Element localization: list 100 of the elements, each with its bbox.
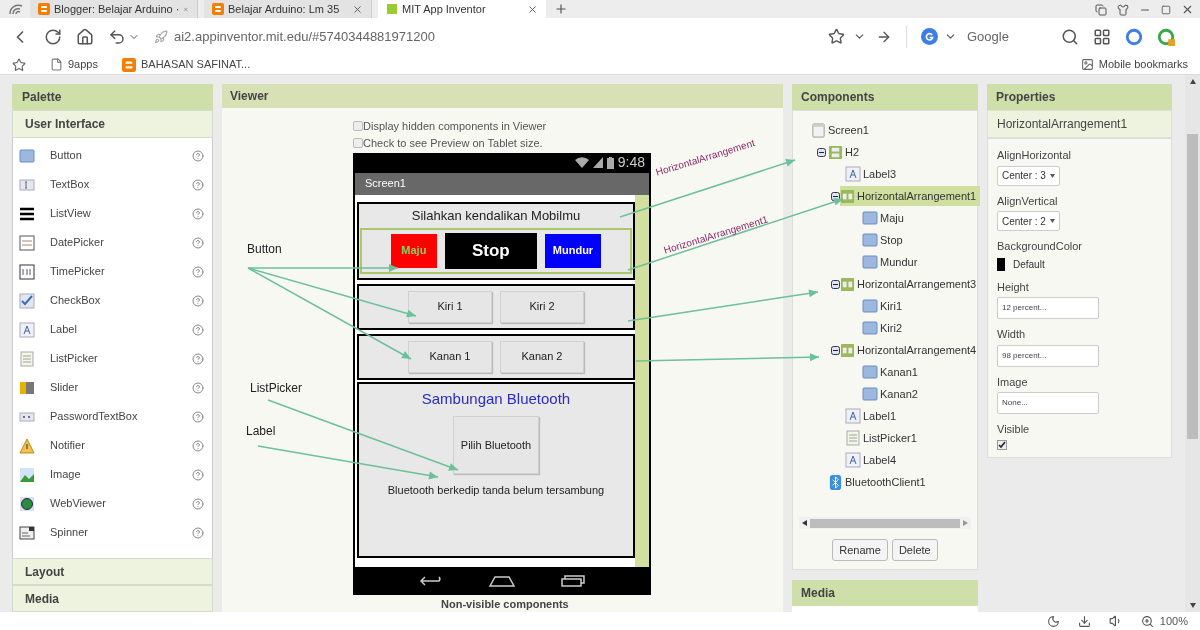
scroll-up-icon[interactable]	[1189, 79, 1196, 84]
palette-item[interactable]: PasswordTextBox	[13, 402, 212, 431]
app-button[interactable]: Kiri 1	[408, 290, 492, 323]
moon-icon[interactable]	[1046, 614, 1060, 628]
search-icon[interactable]	[1061, 27, 1079, 46]
help-icon[interactable]	[192, 207, 204, 220]
tree-item[interactable]: Stop	[862, 230, 907, 250]
tree-item[interactable]: HorizontalArrangement1	[840, 186, 981, 206]
dropdown[interactable]: Center : 2	[997, 211, 1060, 231]
input-field[interactable]: 12 percent...	[997, 297, 1099, 319]
arrangement[interactable]: Maju Stop Mundur	[360, 227, 632, 274]
help-icon[interactable]	[192, 265, 204, 278]
shirt-icon[interactable]	[1117, 3, 1129, 16]
palette-item[interactable]: Notifier	[13, 431, 212, 460]
palette-section[interactable]: Layout	[12, 558, 213, 585]
palette-item[interactable]: Label	[13, 315, 212, 344]
panel-button[interactable]: Rename	[832, 539, 888, 561]
new-tab-icon[interactable]	[554, 2, 568, 16]
zoom-control[interactable]: 100%	[1140, 612, 1188, 630]
palette-item[interactable]: Button	[13, 141, 212, 170]
scroll-left-icon[interactable]	[802, 520, 807, 526]
tree-item[interactable]: Kiri2	[862, 318, 906, 338]
star-icon[interactable]	[828, 28, 845, 45]
palette-item[interactable]: ListView	[13, 199, 212, 228]
star-icon[interactable]	[12, 57, 26, 72]
scroll-right-icon[interactable]	[963, 520, 968, 526]
palette-item[interactable]: Slider	[13, 373, 212, 402]
tree-item[interactable]: Label1	[845, 406, 901, 426]
search-engine-icon[interactable]	[921, 28, 938, 45]
help-icon[interactable]	[192, 149, 204, 162]
app-button[interactable]: Kanan 2	[500, 340, 584, 373]
help-icon[interactable]	[192, 323, 204, 336]
tree-item[interactable]: H2	[828, 142, 864, 162]
tree-item[interactable]: Kanan2	[862, 384, 922, 404]
help-icon[interactable]	[192, 381, 204, 394]
help-icon[interactable]	[192, 294, 204, 307]
browser-tab[interactable]: MIT App Inventor	[378, 0, 546, 18]
home-icon[interactable]	[76, 27, 94, 46]
help-icon[interactable]	[192, 497, 204, 510]
help-icon[interactable]	[192, 178, 204, 191]
close-icon[interactable]	[527, 3, 538, 15]
collapse-icon[interactable]	[831, 279, 840, 289]
app-button[interactable]: Pilih Bluetooth	[453, 416, 539, 474]
grid-icon[interactable]	[1093, 27, 1111, 46]
palette-item[interactable]: DatePicker	[13, 228, 212, 257]
help-icon[interactable]	[192, 439, 204, 452]
app-button[interactable]: Kanan 1	[408, 340, 492, 373]
color-swatch[interactable]	[997, 257, 1005, 271]
help-icon[interactable]	[192, 236, 204, 249]
reload-icon[interactable]	[44, 27, 62, 46]
tree-item[interactable]: Mundur	[862, 252, 922, 272]
help-icon[interactable]	[192, 468, 204, 481]
checkbox[interactable]	[353, 138, 363, 148]
checkbox[interactable]	[997, 439, 1007, 450]
tree-item[interactable]: Maju	[862, 208, 908, 228]
bookmark[interactable]: BAHASAN SAFINAT...	[122, 56, 251, 73]
scrollbar-thumb[interactable]	[1187, 134, 1198, 439]
recents-icon[interactable]	[561, 574, 585, 587]
arrangement[interactable]: Sambungan Bluetooth Pilih Bluetooth Bluetooth berkedip tanda belum tersambung	[357, 381, 635, 558]
collapse-icon[interactable]	[816, 147, 826, 157]
help-icon[interactable]	[192, 410, 204, 423]
close-icon[interactable]	[1181, 3, 1194, 16]
maximize-icon[interactable]	[1161, 4, 1171, 15]
browser-tab[interactable]: Belajar Arduino: Lm 35	[204, 0, 372, 18]
checkbox[interactable]	[353, 121, 363, 131]
tree-item[interactable]: Screen1	[811, 120, 873, 140]
back-icon[interactable]	[419, 574, 443, 587]
browser-tab[interactable]: Blogger: Belajar Arduino ·	[30, 0, 198, 18]
search-field[interactable]: Google	[967, 26, 1037, 47]
tree-item[interactable]: ListPicker1	[845, 428, 921, 448]
dropdown[interactable]: Center : 3	[997, 165, 1060, 186]
app-button[interactable]: Kiri 2	[500, 290, 584, 323]
input-field[interactable]: 98 percent...	[997, 344, 1099, 367]
mobile-bookmarks[interactable]: Mobile bookmarks	[1080, 56, 1188, 73]
app-button[interactable]: Stop	[444, 232, 537, 269]
home-icon[interactable]	[489, 574, 515, 587]
arrangement[interactable]: Kanan 1 Kanan 2	[357, 333, 635, 380]
collapse-icon[interactable]	[831, 345, 840, 355]
tree-item[interactable]: HorizontalArrangement4	[840, 340, 981, 360]
help-icon[interactable]	[192, 526, 204, 539]
palette-item[interactable]: Image	[13, 460, 212, 489]
palette-item[interactable]: ListPicker	[13, 344, 212, 373]
tree-item[interactable]: Label3	[845, 164, 901, 184]
download-icon[interactable]	[1077, 614, 1091, 628]
tree-item[interactable]: Kiri1	[862, 296, 906, 316]
refresh-circle-icon[interactable]	[1125, 27, 1143, 46]
tree-item[interactable]: HorizontalArrangement3	[840, 274, 981, 294]
palette-section[interactable]: Media	[12, 585, 213, 612]
tree-item[interactable]: BluetoothClient1	[828, 472, 930, 492]
palette-item[interactable]: CheckBox	[13, 286, 212, 315]
palette-item[interactable]: TextBox	[13, 170, 212, 199]
palette-item[interactable]: TimePicker	[13, 257, 212, 286]
scroll-down-icon[interactable]	[1189, 603, 1196, 608]
scrollbar-thumb[interactable]	[810, 518, 960, 528]
palette-item[interactable]: WebViewer	[13, 489, 212, 518]
close-icon[interactable]	[352, 3, 363, 15]
app-button[interactable]: Mundur	[544, 233, 602, 268]
panel-button[interactable]: Delete	[891, 539, 938, 561]
tree-item[interactable]: Label4	[845, 450, 901, 470]
help-icon[interactable]	[192, 352, 204, 365]
